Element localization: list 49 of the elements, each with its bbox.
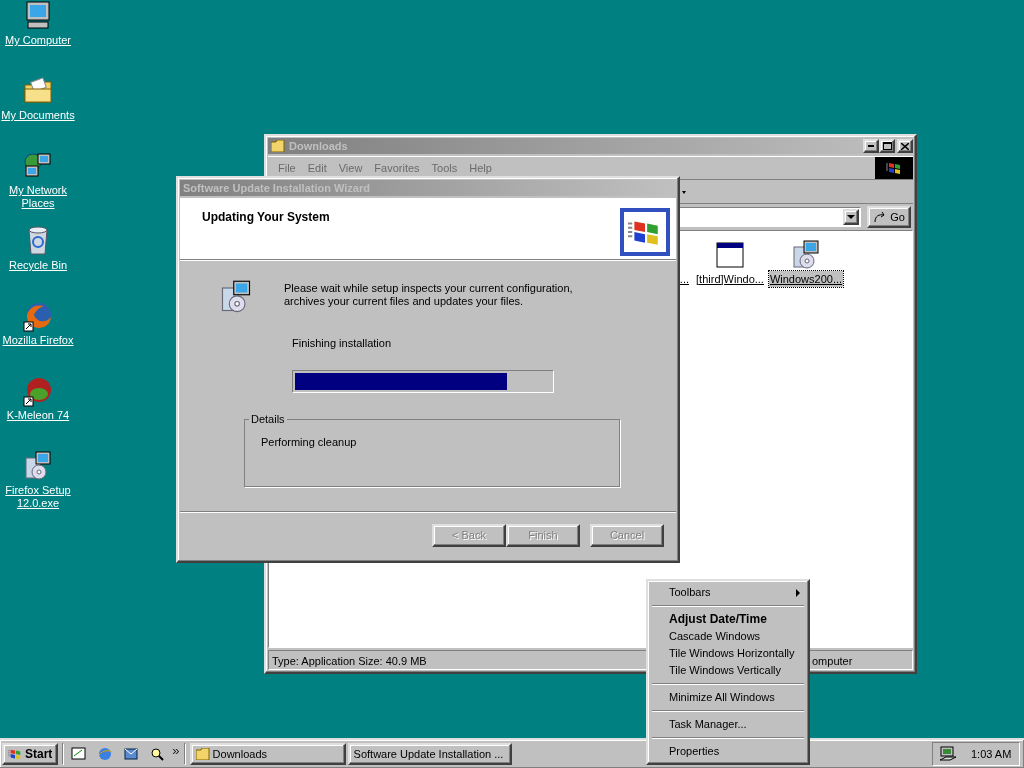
taskbar-button[interactable]: Downloads	[189, 743, 346, 765]
maximize-button[interactable]	[879, 139, 895, 153]
installer-icon[interactable]	[790, 238, 822, 271]
go-arrow-icon	[873, 211, 888, 223]
menu-item[interactable]: Properties	[650, 743, 806, 760]
details-label: Details	[249, 412, 287, 426]
magnifier-icon[interactable]	[149, 746, 166, 762]
file-name[interactable]: [third]Windo...	[695, 270, 765, 287]
desktop-icon-label[interactable]: My Network Places	[0, 184, 76, 210]
windows-flag-icon	[8, 747, 22, 761]
desktop-icon-label[interactable]: Firefox Setup 12.0.exe	[0, 484, 76, 510]
minimize-button[interactable]	[863, 139, 879, 153]
folder-icon	[195, 748, 210, 760]
start-button[interactable]: Start	[2, 743, 59, 765]
installer-icon[interactable]	[22, 450, 54, 482]
computer-icon[interactable]	[939, 746, 957, 762]
globe-fox-icon[interactable]	[22, 300, 54, 332]
desktop-icon-label[interactable]: Mozilla Firefox	[2, 334, 74, 347]
menu-item[interactable]: Toolbars	[650, 584, 806, 601]
dropdown-button[interactable]	[843, 209, 860, 225]
desktop-icon-label[interactable]: K-Meleon 74	[6, 409, 70, 422]
close-button[interactable]	[897, 139, 913, 153]
go-button[interactable]: Go	[867, 206, 911, 228]
menu-item[interactable]: Minimize All Windows	[650, 689, 806, 706]
progress-status: Finishing installation	[292, 336, 393, 351]
maximize-icon	[882, 142, 892, 150]
wizard-heading: Updating Your System	[202, 209, 330, 226]
desktop-icon-label[interactable]: My Computer	[5, 34, 71, 47]
window-title: Downloads	[289, 138, 348, 154]
outlook-icon[interactable]	[123, 746, 140, 762]
details-text: Performing cleanup	[261, 434, 358, 450]
folder-icon	[271, 140, 285, 152]
file-name[interactable]: Windows200...	[768, 270, 844, 287]
menu-item[interactable]: Cascade Windows	[650, 628, 806, 645]
submenu-arrow-icon	[796, 586, 800, 599]
menu-item[interactable]: Task Manager...	[650, 716, 806, 733]
menu-item[interactable]: Adjust Date/Time	[650, 611, 806, 628]
file-name[interactable]: ...	[678, 270, 690, 287]
chameleon-icon[interactable]	[22, 375, 54, 407]
chevron-button[interactable]: »	[172, 743, 180, 757]
clock[interactable]: 1:03 AM	[971, 745, 1012, 763]
close-icon	[901, 142, 909, 150]
wizard-description: Please wait while setup inspects your current configuration, archives your current files and updates your files.	[284, 282, 574, 309]
desktop-icon-label[interactable]: Recycle Bin	[8, 259, 68, 272]
desktop-icon-label[interactable]: My Documents	[1, 109, 75, 122]
windows-flag-icon	[886, 160, 902, 176]
dropdown-arrow-icon	[847, 215, 856, 219]
minimize-icon	[868, 145, 874, 147]
taskbar-button[interactable]: Software Update Installation ...	[347, 743, 512, 765]
